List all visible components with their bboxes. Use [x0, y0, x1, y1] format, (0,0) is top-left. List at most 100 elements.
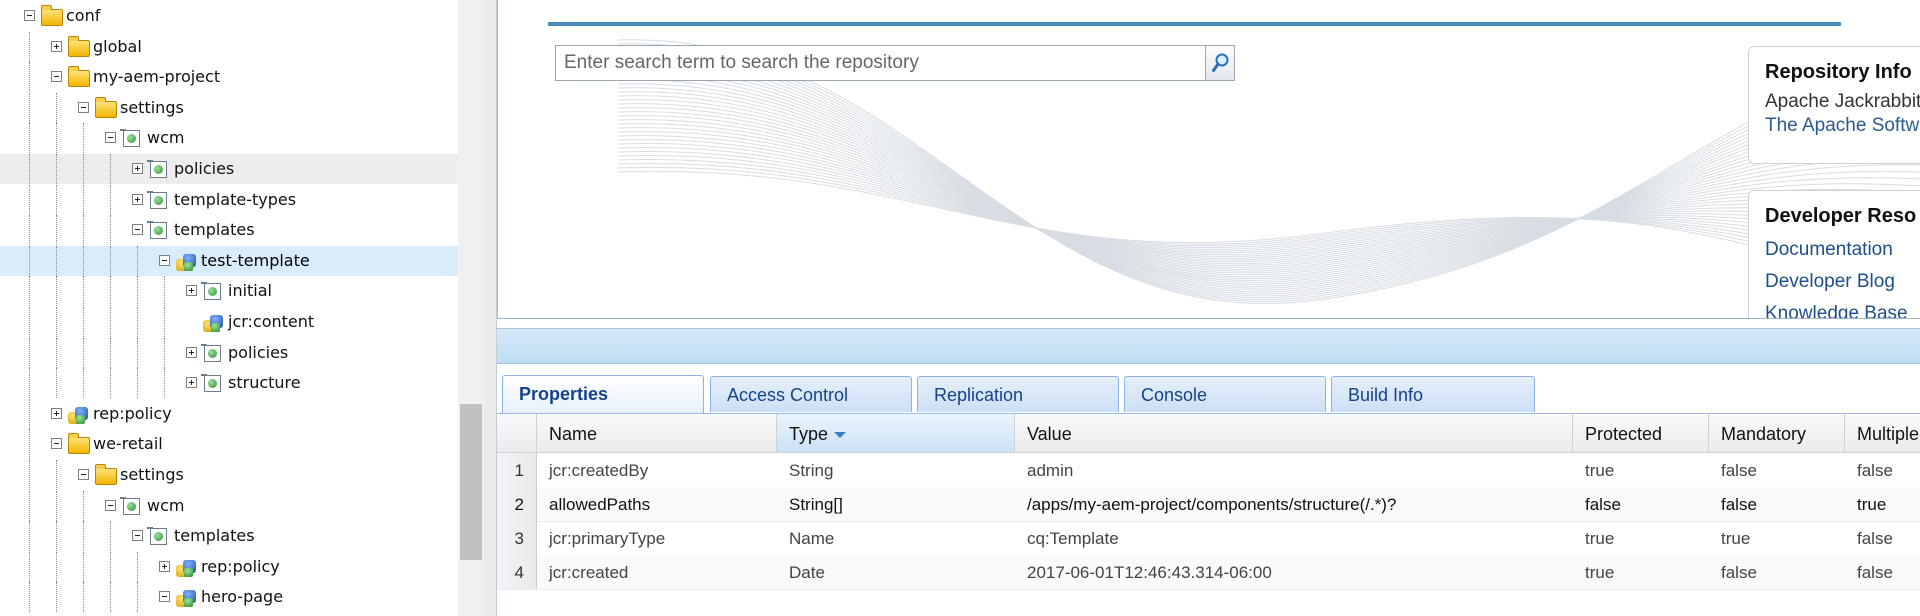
- column-header-multiple[interactable]: Multiple: [1845, 414, 1920, 452]
- tree-guide-line: [137, 551, 138, 582]
- tree-node[interactable]: settings: [0, 92, 458, 123]
- tab-build-info[interactable]: Build Info: [1331, 376, 1535, 412]
- collapse-icon[interactable]: [51, 438, 62, 450]
- table-row[interactable]: 4 jcr:created Date 2017-06-01T12:46:43.314-…: [497, 555, 1920, 590]
- tree-node-label: structure: [228, 373, 301, 393]
- collapse-icon[interactable]: [132, 224, 143, 236]
- tree-node[interactable]: we-retail: [0, 429, 458, 460]
- tree-guide-line: [29, 154, 30, 184]
- tree-node[interactable]: wcm: [0, 123, 458, 154]
- node-icon: [120, 495, 143, 517]
- tree-guide-line: [110, 154, 111, 184]
- collapse-icon[interactable]: [132, 530, 143, 542]
- documentation-link[interactable]: Documentation: [1765, 234, 1920, 266]
- collapse-icon[interactable]: [159, 591, 170, 603]
- repository-tree[interactable]: conf global my-aem-project settings wcm polic…: [0, 0, 458, 616]
- cell-mandatory: false: [1721, 495, 1757, 514]
- tree-guide-line: [83, 521, 84, 552]
- expand-icon[interactable]: [132, 193, 143, 205]
- tree-node[interactable]: test-template: [0, 245, 458, 276]
- tree-guide-line: [56, 276, 57, 307]
- tree-node[interactable]: settings: [0, 460, 458, 490]
- tree-guide-line: [110, 551, 111, 582]
- table-row[interactable]: 1 jcr:createdBy String admin true false false: [497, 453, 1920, 488]
- tree-node-label: settings: [120, 465, 184, 484]
- repository-info-card: Repository Info Apache Jackrabbit The Ap…: [1748, 46, 1920, 164]
- cell-protected: false: [1585, 495, 1621, 514]
- tree-node[interactable]: template-types: [0, 184, 458, 215]
- tree-node[interactable]: conf: [0, 1, 458, 31]
- cell-value: /apps/my-aem-project/components/structur…: [1027, 495, 1397, 514]
- column-header-value[interactable]: Value: [1015, 414, 1573, 452]
- tree-guide-line: [56, 460, 57, 490]
- collapse-icon[interactable]: [159, 254, 170, 266]
- tree-guide-line: [83, 307, 84, 337]
- table-row[interactable]: 2 allowedPaths String[] /apps/my-aem-projec…: [497, 487, 1920, 522]
- tree-node-label: rep:policy: [93, 403, 172, 423]
- tree-guide-line: [29, 551, 30, 582]
- cell-protected: true: [1585, 461, 1615, 480]
- tree-guide-line: [137, 337, 138, 368]
- tree-node[interactable]: rep:policy: [0, 398, 458, 429]
- tree-guide-line: [56, 337, 57, 368]
- tree-scrollbar[interactable]: [458, 0, 484, 616]
- expand-icon[interactable]: [51, 407, 62, 419]
- tree-guide-line: [110, 368, 111, 399]
- tree-node[interactable]: policies: [0, 337, 458, 368]
- expand-icon[interactable]: [132, 163, 143, 174]
- developer-resources-card: Developer Reso Documentation Developer B…: [1748, 190, 1920, 318]
- collapse-icon[interactable]: [105, 499, 116, 511]
- tree-guide-line: [56, 521, 57, 552]
- column-header-mandatory[interactable]: Mandatory: [1709, 414, 1845, 452]
- expand-icon[interactable]: [186, 377, 197, 389]
- search-input[interactable]: [555, 45, 1209, 81]
- tree-guide-line: [56, 307, 57, 337]
- tab-replication[interactable]: Replication: [917, 376, 1119, 412]
- expand-icon[interactable]: [159, 560, 170, 572]
- repository-info-line: Apache Jackrabbit: [1765, 91, 1920, 112]
- collapse-icon[interactable]: [24, 10, 35, 21]
- tree-node[interactable]: wcm: [0, 490, 458, 521]
- tree-guide-line: [29, 398, 30, 429]
- collapse-icon[interactable]: [78, 101, 89, 113]
- tree-node[interactable]: global: [0, 31, 458, 62]
- cell-type: Date: [789, 563, 825, 582]
- knowledge-base-link[interactable]: Knowledge Base: [1765, 298, 1920, 318]
- tree-node[interactable]: templates: [0, 521, 458, 552]
- cell-name: jcr:createdBy: [549, 461, 649, 480]
- search-button[interactable]: [1205, 45, 1235, 81]
- tree-node[interactable]: rep:policy: [0, 551, 458, 582]
- tree-node[interactable]: structure: [0, 368, 458, 399]
- tree-node[interactable]: policies: [0, 154, 458, 184]
- tree-node[interactable]: hero-page: [0, 582, 458, 613]
- tree-node[interactable]: my-aem-project: [0, 62, 458, 93]
- tab-console[interactable]: Console: [1124, 376, 1326, 412]
- panel-splitter[interactable]: [484, 0, 497, 616]
- collapse-icon[interactable]: [105, 132, 116, 144]
- tree-node[interactable]: jcr:content: [0, 307, 458, 337]
- search-icon: [1212, 53, 1229, 72]
- tree-node[interactable]: initial: [0, 276, 458, 307]
- cell-name: allowedPaths: [549, 495, 651, 514]
- tree-scrollbar-thumb[interactable]: [460, 404, 482, 560]
- tab-properties[interactable]: Properties: [502, 375, 704, 413]
- column-header-protected[interactable]: Protected: [1573, 414, 1709, 452]
- developer-blog-link[interactable]: Developer Blog: [1765, 266, 1920, 298]
- tree-node-label: we-retail: [93, 434, 163, 454]
- column-header-type[interactable]: Type: [777, 414, 1015, 452]
- expand-icon[interactable]: [51, 40, 62, 52]
- tree-guide-line: [137, 307, 138, 337]
- collapse-icon[interactable]: [51, 71, 62, 83]
- tree-node[interactable]: templates: [0, 215, 458, 246]
- column-header-name[interactable]: Name: [537, 414, 777, 452]
- expand-icon[interactable]: [186, 346, 197, 358]
- tree-guide-line: [83, 276, 84, 307]
- panel-resize-bar[interactable]: [497, 328, 1920, 364]
- table-row[interactable]: 3 jcr:primaryType Name cq:Template true true f…: [497, 521, 1920, 556]
- tab-access-control[interactable]: Access Control: [710, 376, 912, 412]
- cell-multiple: true: [1857, 495, 1887, 514]
- collapse-icon[interactable]: [78, 469, 89, 480]
- sort-descending-icon: [834, 432, 847, 439]
- expand-icon[interactable]: [186, 285, 197, 297]
- folder-icon: [67, 433, 90, 455]
